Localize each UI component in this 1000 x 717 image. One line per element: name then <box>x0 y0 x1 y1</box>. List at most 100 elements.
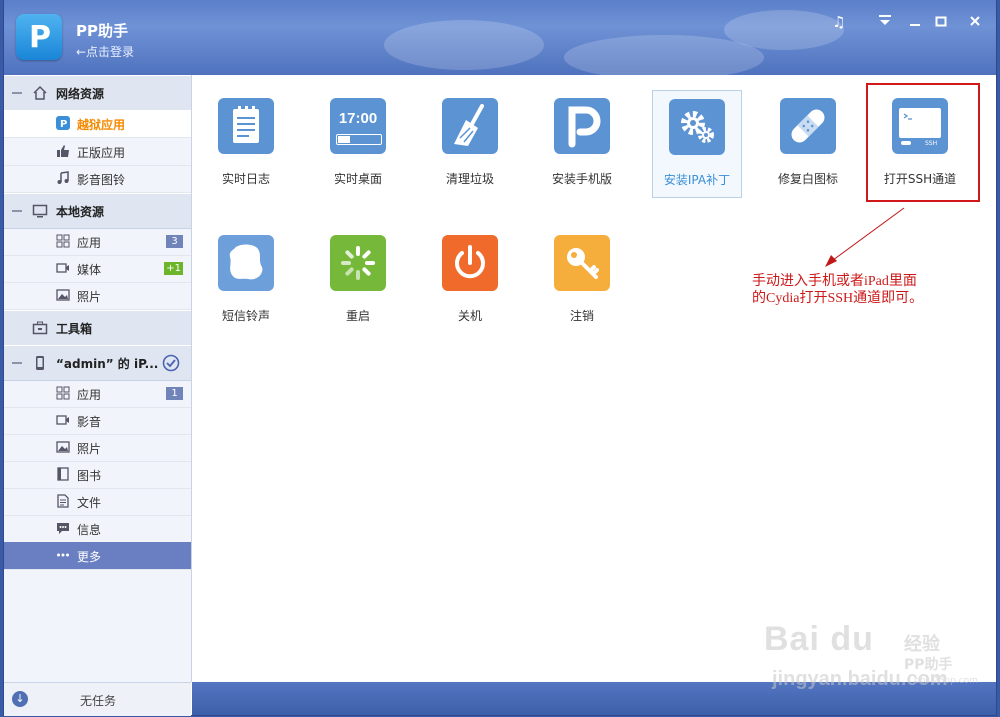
sidebar-group-label: 网络资源 <box>56 87 105 101</box>
sidebar-item-label: 文件 <box>77 496 102 510</box>
tool-label: 重启 <box>345 309 370 323</box>
sidebar-item-media-ringtones[interactable]: 影音图铃 <box>4 165 191 193</box>
count-badge: +1 <box>164 262 183 275</box>
phone-icon <box>36 356 44 370</box>
toolbox-icon <box>32 321 48 335</box>
sidebar-item-jailbreak-apps[interactable]: P 越狱应用 <box>4 110 191 138</box>
sidebar-item-label: 影音图铃 <box>77 173 126 187</box>
tool-install-mobile[interactable]: 安装手机版 <box>538 90 626 196</box>
thumbs-up-icon <box>57 145 69 157</box>
sidebar-item-label: 照片 <box>77 442 102 456</box>
sidebar-item-label: 影音 <box>77 415 102 429</box>
home-icon <box>33 85 47 100</box>
minimize-icon[interactable] <box>904 12 926 32</box>
book-icon <box>57 467 69 481</box>
tool-realtime-log[interactable]: 实时日志 <box>202 90 290 196</box>
sidebar-item-label: 更多 <box>77 550 102 564</box>
sidebar-item-device-media[interactable]: 影音 <box>4 407 191 435</box>
sidebar-group-network[interactable]: 网络资源 <box>4 75 191 111</box>
tool-clean-junk[interactable]: 清理垃圾 <box>426 90 514 196</box>
login-link[interactable]: ←点击登录 <box>76 43 134 60</box>
bandage-icon <box>780 98 836 154</box>
collapse-icon[interactable] <box>12 362 22 364</box>
count-badge: 1 <box>166 387 183 400</box>
gears-icon <box>669 99 725 155</box>
message-icon <box>57 523 69 534</box>
title-bar: P PP助手 ←点击登录 ♫ <box>4 0 996 80</box>
tool-install-ipa-patch[interactable]: 安装IPA补丁 <box>652 90 742 198</box>
sidebar-group-label: 工具箱 <box>56 322 93 336</box>
sidebar-item-label: 图书 <box>77 469 102 483</box>
highlight-box <box>866 83 980 202</box>
sidebar-item-official-apps[interactable]: 正版应用 <box>4 138 191 166</box>
sidebar-group-label: 本地资源 <box>56 205 105 219</box>
tool-logout[interactable]: 注销 <box>538 227 626 333</box>
sidebar-item-label: 正版应用 <box>77 146 126 160</box>
sidebar-item-device-books[interactable]: 图书 <box>4 461 191 489</box>
tool-label: 安装IPA补丁 <box>663 173 731 187</box>
power-icon <box>442 235 498 291</box>
sidebar-item-label: 越狱应用 <box>77 118 126 132</box>
tool-realtime-desktop[interactable]: 17:00 实时桌面 <box>314 90 402 196</box>
watermark-pp: PP助手 <box>904 657 953 673</box>
sidebar-item-label: 媒体 <box>77 263 102 277</box>
restart-icon <box>330 235 386 291</box>
pp-logo-icon: P <box>56 116 70 130</box>
sidebar-item-more[interactable]: 更多 <box>4 542 191 570</box>
sidebar-group-label: “admin” 的 iP... <box>56 357 159 371</box>
sidebar-item-local-media[interactable]: 媒体 +1 <box>4 255 191 283</box>
tool-label: 注销 <box>569 309 594 323</box>
check-circle-icon <box>162 354 180 372</box>
clock-screen-icon: 17:00 <box>330 98 386 154</box>
sidebar-item-label: 照片 <box>77 290 102 304</box>
monitor-icon <box>32 204 48 218</box>
collapse-icon[interactable] <box>12 92 22 94</box>
tool-restart[interactable]: 重启 <box>314 227 402 333</box>
tool-label: 安装手机版 <box>551 172 612 186</box>
task-status-bar[interactable]: ↓ 无任务 <box>4 682 191 716</box>
maximize-icon[interactable] <box>930 12 952 32</box>
watermark-cn: 经验 <box>904 634 940 655</box>
watermark-pp-url: bbs.25pp.com <box>914 676 978 686</box>
music-icon[interactable]: ♫ <box>828 12 850 32</box>
download-icon[interactable]: ↓ <box>12 691 28 707</box>
close-icon[interactable] <box>964 12 986 32</box>
tool-sms-ringtone[interactable]: 短信铃声 <box>202 227 290 333</box>
photo-icon <box>56 289 70 301</box>
tool-label: 实时日志 <box>221 172 270 186</box>
tool-label: 短信铃声 <box>221 309 270 323</box>
tool-label: 关机 <box>457 309 482 323</box>
tool-label: 修复白图标 <box>777 172 838 186</box>
sidebar-item-local-apps[interactable]: 应用 3 <box>4 228 191 256</box>
sidebar-item-device-photos[interactable]: 照片 <box>4 434 191 462</box>
sidebar-item-local-photos[interactable]: 照片 <box>4 282 191 310</box>
sidebar-group-toolbox[interactable]: 工具箱 <box>4 310 191 346</box>
svg-text:P: P <box>60 119 67 130</box>
pp-logo-icon: P <box>16 14 62 60</box>
watermark-brand: Bai du <box>764 620 874 658</box>
menu-icon[interactable] <box>874 12 896 32</box>
sidebar-item-label: 应用 <box>77 388 102 402</box>
collapse-icon[interactable] <box>12 210 22 212</box>
notepad-icon <box>218 98 274 154</box>
app-title: PP助手 <box>76 22 128 40</box>
file-icon <box>57 494 69 508</box>
tool-fix-white-icons[interactable]: 修复白图标 <box>764 90 852 196</box>
sidebar-group-local[interactable]: 本地资源 <box>4 193 191 229</box>
annotation-line-1: 手动进入手机或者iPad里面 <box>752 274 917 289</box>
sidebar-item-device-messages[interactable]: 信息 <box>4 515 191 543</box>
annotation-arrow-icon <box>825 207 905 267</box>
sidebar-item-device-files[interactable]: 文件 <box>4 488 191 516</box>
count-badge: 3 <box>166 235 183 248</box>
sidebar-item-label: 信息 <box>77 523 102 537</box>
desktop-time: 17:00 <box>338 110 378 127</box>
bell-icon <box>218 235 274 291</box>
pp-logo-icon <box>554 98 610 154</box>
sidebar-item-device-apps[interactable]: 应用 1 <box>4 380 191 408</box>
tool-label: 清理垃圾 <box>445 172 494 186</box>
tool-label: 实时桌面 <box>333 172 382 186</box>
tool-shutdown[interactable]: 关机 <box>426 227 514 333</box>
sidebar-group-device[interactable]: “admin” 的 iP... <box>4 345 191 381</box>
annotation-line-2: 的Cydia打开SSH通道即可。 <box>752 291 924 306</box>
music-note-icon <box>57 171 69 184</box>
